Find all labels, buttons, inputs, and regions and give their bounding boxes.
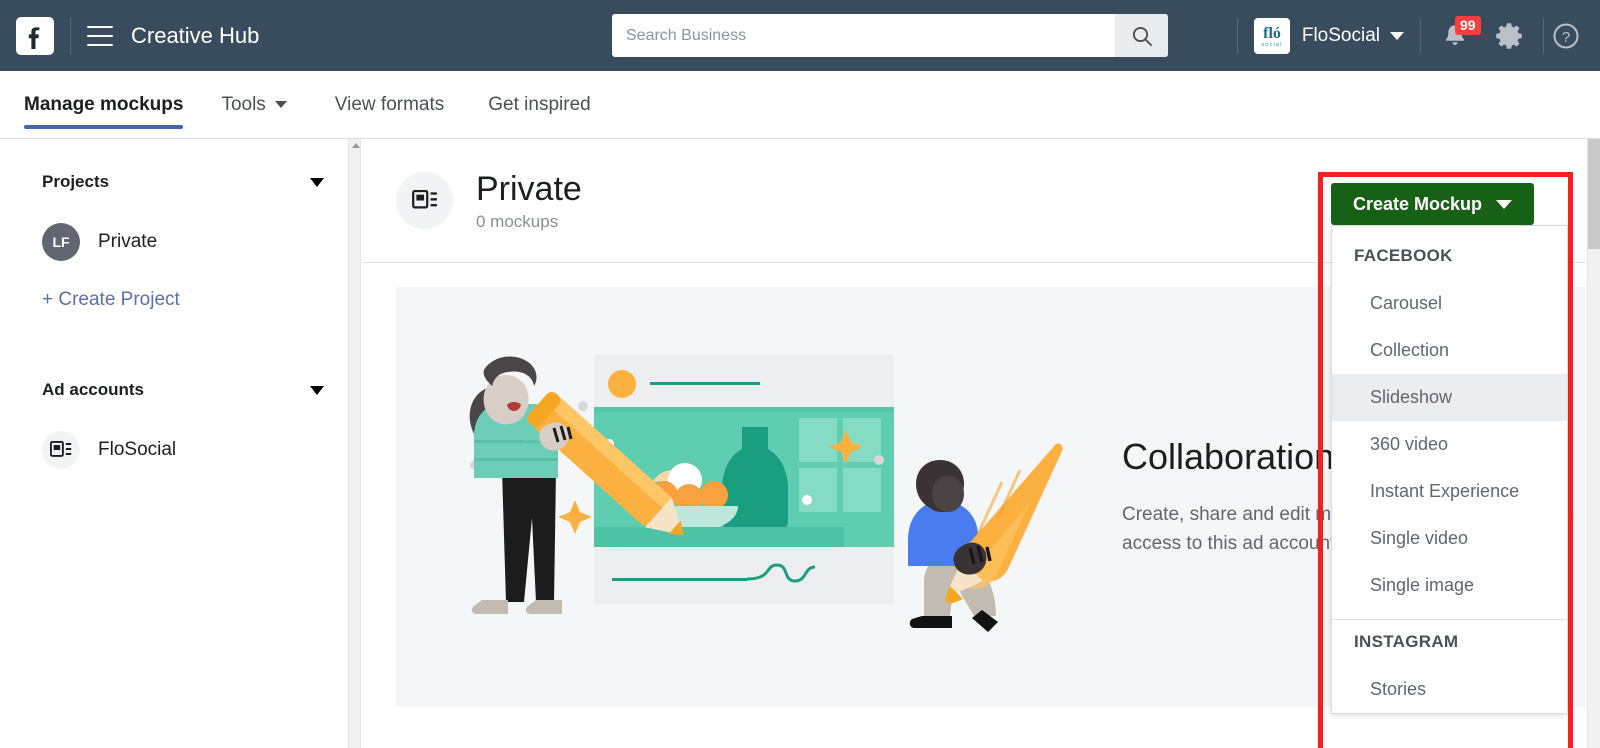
chevron-down-icon	[274, 101, 287, 108]
search-bar[interactable]	[612, 14, 1168, 57]
sidebar-section-title: Projects	[42, 172, 110, 191]
menu-item-stories[interactable]: Stories	[1332, 666, 1567, 713]
menu-item-360-video[interactable]: 360 video	[1332, 421, 1567, 468]
collaboration-illustration	[469, 354, 1063, 632]
tab-get-inspired[interactable]: Get inspired	[488, 71, 590, 139]
app-title: Creative Hub	[131, 22, 260, 48]
tab-label: Manage mockups	[24, 93, 184, 115]
create-mockup-button[interactable]: Create Mockup	[1331, 183, 1534, 225]
create-mockup-container: Create Mockup	[1331, 183, 1534, 225]
scrollbar-thumb[interactable]	[1588, 139, 1600, 249]
toolbar-divider	[70, 16, 71, 55]
menu-item-carousel[interactable]: Carousel	[1332, 280, 1567, 327]
sidebar-item-label: FloSocial	[98, 439, 177, 460]
sidebar-item-private[interactable]: LF Private	[0, 219, 348, 265]
sidebar-item-label: Private	[98, 231, 158, 252]
help-button[interactable]: ?	[1544, 14, 1588, 58]
create-mockup-dropdown-menu[interactable]: FACEBOOK Carousel Collection Slideshow 3…	[1331, 225, 1568, 714]
business-name[interactable]: FloSocial	[1302, 25, 1380, 47]
toolbar-divider	[1236, 17, 1238, 54]
facebook-logo-icon[interactable]	[16, 16, 54, 55]
dropdown-group-facebook-label: FACEBOOK	[1354, 246, 1453, 265]
page-scrollbar[interactable]	[1587, 139, 1600, 748]
hamburger-menu-icon[interactable]	[87, 25, 113, 46]
sidebar-item-flosocial[interactable]: FloSocial	[0, 427, 348, 473]
page-title: Private	[476, 170, 582, 208]
business-logo-text: fló	[1263, 25, 1281, 42]
toolbar-divider	[1420, 17, 1421, 54]
search-icon	[1132, 26, 1152, 46]
dropdown-group-instagram-label: INSTAGRAM	[1354, 632, 1459, 651]
caret-down-icon[interactable]	[310, 385, 324, 395]
sidebar-section-projects[interactable]: Projects	[0, 165, 348, 199]
settings-button[interactable]	[1487, 14, 1531, 58]
topbar-right-cluster: fló social FloSocial 99 ?	[1236, 0, 1600, 71]
tab-label: Tools	[221, 93, 266, 115]
tab-label: Get inspired	[488, 93, 591, 115]
menu-item-slideshow[interactable]: Slideshow	[1332, 374, 1567, 421]
svg-text:?: ?	[1562, 29, 1570, 46]
scroll-up-arrow-icon[interactable]	[349, 139, 362, 152]
tab-manage-mockups[interactable]: Manage mockups	[24, 71, 184, 139]
notifications-button[interactable]: 99	[1433, 14, 1481, 58]
chevron-down-icon	[1496, 199, 1513, 209]
sidebar-section-title: Ad accounts	[42, 380, 145, 399]
top-navigation-bar: Creative Hub fló social FloSocial	[0, 0, 1600, 71]
menu-item-collection[interactable]: Collection	[1332, 327, 1567, 374]
sidebar-scrollbar[interactable]	[348, 139, 361, 748]
menu-item-single-image[interactable]: Single image	[1332, 562, 1567, 609]
ad-account-icon	[396, 172, 453, 229]
business-logo[interactable]: fló social	[1253, 17, 1290, 54]
section-tab-bar: Manage mockups Tools View formats Get in…	[0, 71, 1600, 139]
ad-account-icon	[42, 431, 80, 469]
sidebar: Projects LF Private + Create Project Ad …	[0, 139, 348, 748]
gear-icon	[1496, 22, 1522, 49]
tab-tools[interactable]: Tools	[221, 71, 287, 139]
sidebar-section-ad-accounts[interactable]: Ad accounts	[0, 373, 348, 407]
menu-item-single-video[interactable]: Single video	[1332, 515, 1567, 562]
caret-down-icon[interactable]	[310, 177, 324, 187]
question-mark-icon: ?	[1553, 23, 1579, 48]
create-mockup-label: Create Mockup	[1352, 193, 1483, 214]
business-logo-subtext: social	[1261, 42, 1282, 48]
mockup-count: 0 mockups	[476, 212, 559, 231]
chevron-down-icon[interactable]	[1390, 31, 1404, 40]
search-button[interactable]	[1115, 14, 1168, 57]
avatar: LF	[42, 223, 80, 261]
search-input[interactable]	[612, 14, 1115, 57]
notification-count-badge: 99	[1455, 15, 1481, 35]
tab-view-formats[interactable]: View formats	[335, 71, 444, 139]
create-project-link[interactable]: + Create Project	[0, 289, 348, 311]
menu-item-instant-experience[interactable]: Instant Experience	[1332, 468, 1567, 515]
tab-label: View formats	[334, 93, 445, 115]
